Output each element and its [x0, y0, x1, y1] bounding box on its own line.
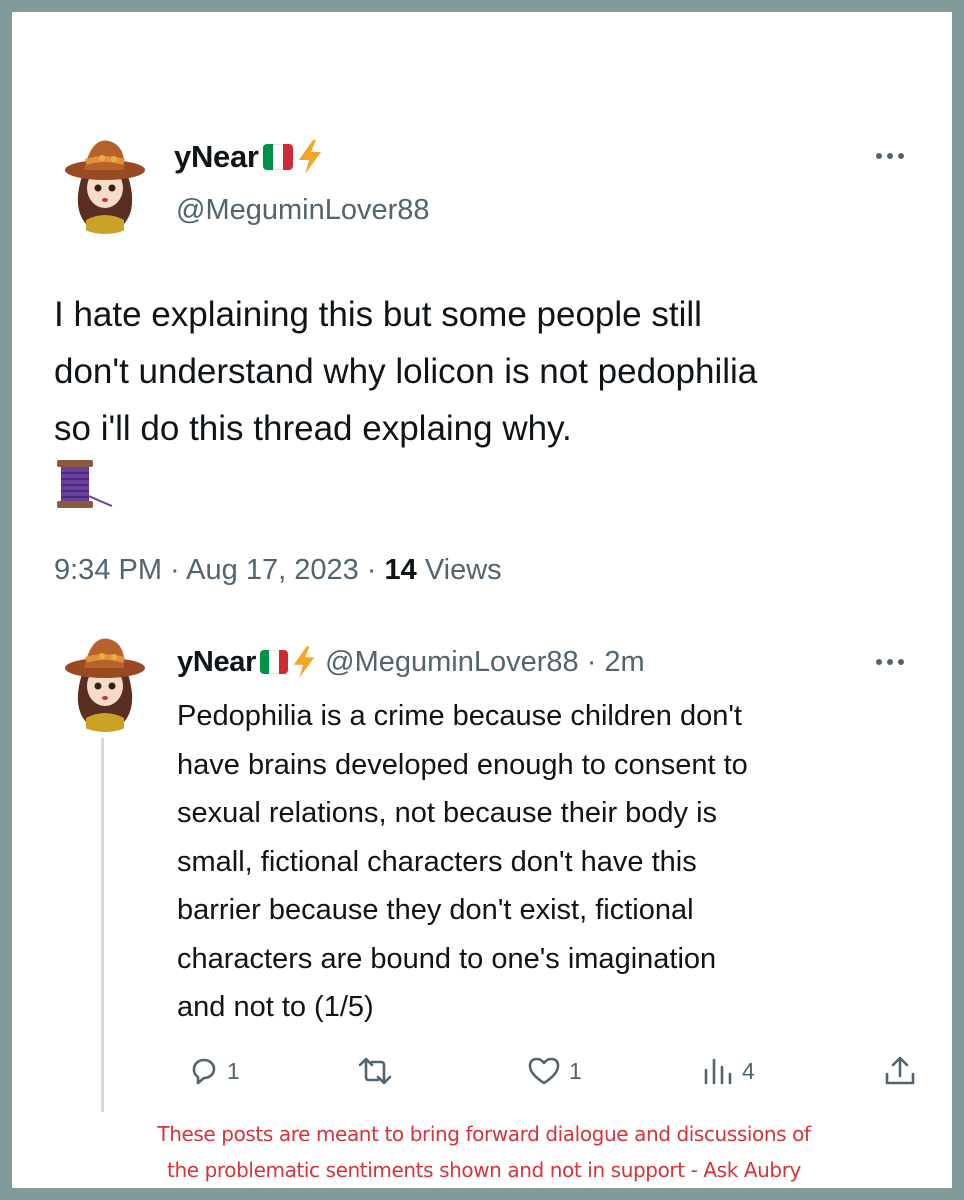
author-handle[interactable]: @MeguminLover88: [176, 194, 430, 227]
italy-flag-icon: [260, 650, 289, 674]
tweet-date[interactable]: Aug 17, 2023: [186, 554, 359, 586]
like-count: 1: [569, 1057, 582, 1084]
reply-button[interactable]: 1: [189, 1056, 240, 1086]
disclaimer-caption: These posts are meant to bring forward d…: [157, 1122, 811, 1182]
reply-avatar[interactable]: [52, 626, 158, 732]
comment-icon: [192, 1058, 216, 1085]
tweet-time[interactable]: 9:34 PM: [54, 554, 162, 586]
reply-handle-time[interactable]: @MeguminLover88 · 2m: [325, 646, 645, 679]
views-button[interactable]: 4: [702, 1056, 755, 1086]
reply-count: 1: [227, 1057, 240, 1084]
reply-action-bar: 1 1 4: [177, 1052, 937, 1096]
heart-icon: [528, 1057, 560, 1085]
meta-separator: ·: [358, 554, 385, 586]
reply-text: Pedophilia is a crime because children d…: [177, 700, 748, 1023]
tweet-meta: 9:34 PM · Aug 17, 2023 · 14 Views: [54, 554, 502, 587]
avatar-image: [52, 626, 158, 732]
share-button[interactable]: [883, 1054, 917, 1088]
retweet-icon: [358, 1057, 392, 1085]
more-options-icon[interactable]: [876, 153, 904, 159]
share-icon: [885, 1056, 915, 1085]
author-name-row[interactable]: yNear: [174, 137, 324, 177]
display-name[interactable]: yNear: [174, 139, 259, 175]
like-button[interactable]: 1: [527, 1056, 582, 1086]
spool-of-thread-icon: [57, 460, 113, 508]
lightning-icon: [293, 646, 315, 678]
avatar-image: [52, 128, 158, 234]
screenshot-card: yNear @MeguminLover88 I hate explaining …: [12, 12, 952, 1188]
meta-separator: ·: [162, 554, 187, 586]
reply-display-name[interactable]: yNear: [177, 646, 256, 679]
avatar[interactable]: [52, 128, 158, 234]
views-count: 4: [742, 1057, 755, 1084]
tweet-text: I hate explaining this but some people s…: [54, 295, 758, 448]
views-label: Views: [416, 554, 502, 586]
reply-header[interactable]: yNear @MeguminLover88 · 2m: [177, 642, 645, 682]
thread-connector-line: [101, 738, 104, 1112]
retweet-button[interactable]: [357, 1056, 401, 1086]
analytics-icon: [704, 1058, 732, 1085]
italy-flag-icon: [262, 144, 293, 170]
more-options-icon[interactable]: [876, 659, 904, 665]
views-count: 14: [384, 554, 417, 586]
lightning-icon: [298, 140, 321, 174]
